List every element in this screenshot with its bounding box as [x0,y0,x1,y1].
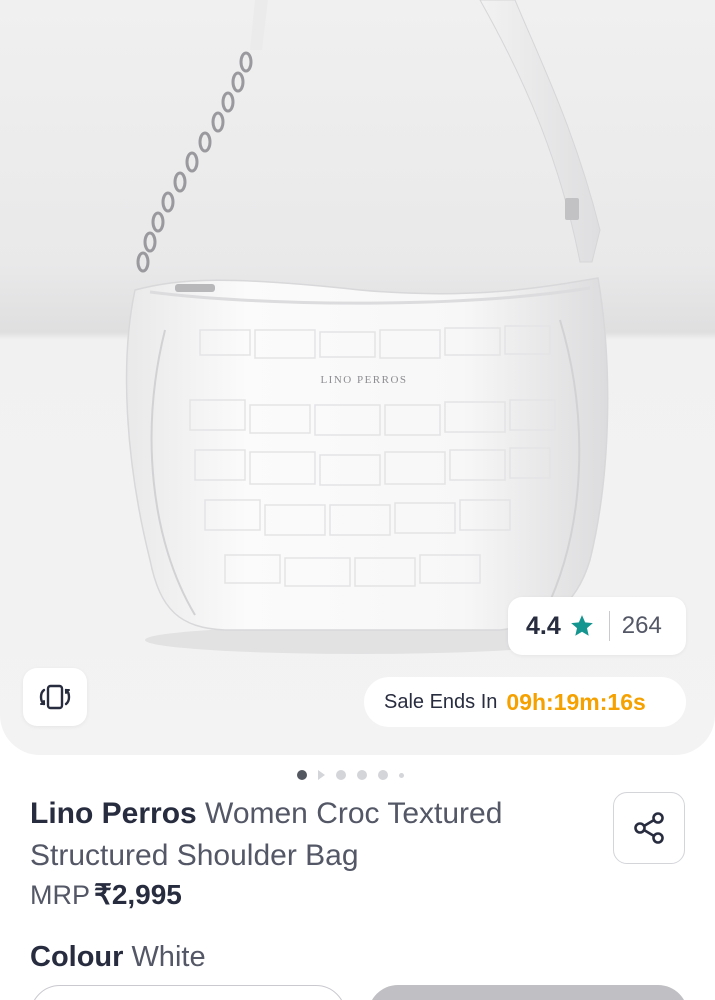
pagination-dot[interactable] [336,770,346,780]
colour-value: White [131,941,206,973]
brand-logo: LINO PERROS [320,374,407,386]
sale-label: Sale Ends In [384,690,498,713]
colour-option-button-disabled[interactable] [368,985,688,1000]
mrp-label: MRP [30,880,90,910]
rating-badge[interactable]: 4.4 264 [508,597,686,655]
pagination-dot[interactable] [318,770,325,780]
mrp-value: ₹2,995 [94,879,182,910]
product-brand: Lino Perros [30,797,197,830]
image-pagination-dots [297,770,404,780]
colour-option-button[interactable] [30,985,346,1000]
rating-value: 4.4 [526,611,561,640]
share-button[interactable] [613,792,685,864]
star-icon [570,615,593,636]
pagination-dot[interactable] [378,770,388,780]
pagination-dot-active[interactable] [297,770,307,780]
sale-timer: 09h:19m:16s [506,688,646,715]
rating-count: 264 [621,612,662,639]
pagination-dot[interactable] [357,770,367,780]
view-similar-button[interactable] [23,668,87,726]
colour-row: Colour White [30,941,206,974]
rotate-view-icon [39,684,71,710]
sale-countdown-badge: Sale Ends In 09h:19m:16s [364,677,686,727]
colour-label: Colour [30,941,124,973]
product-image-gallery[interactable]: LINO PERROS 4.4 264 Sale Ends In 09h:19m… [0,0,715,755]
pagination-dot[interactable] [399,772,404,778]
price-row: MRP ₹2,995 [30,878,182,911]
product-title: Lino Perros Women Croc Textured Structur… [30,793,590,877]
rating-divider [608,611,610,641]
share-icon [634,812,664,844]
